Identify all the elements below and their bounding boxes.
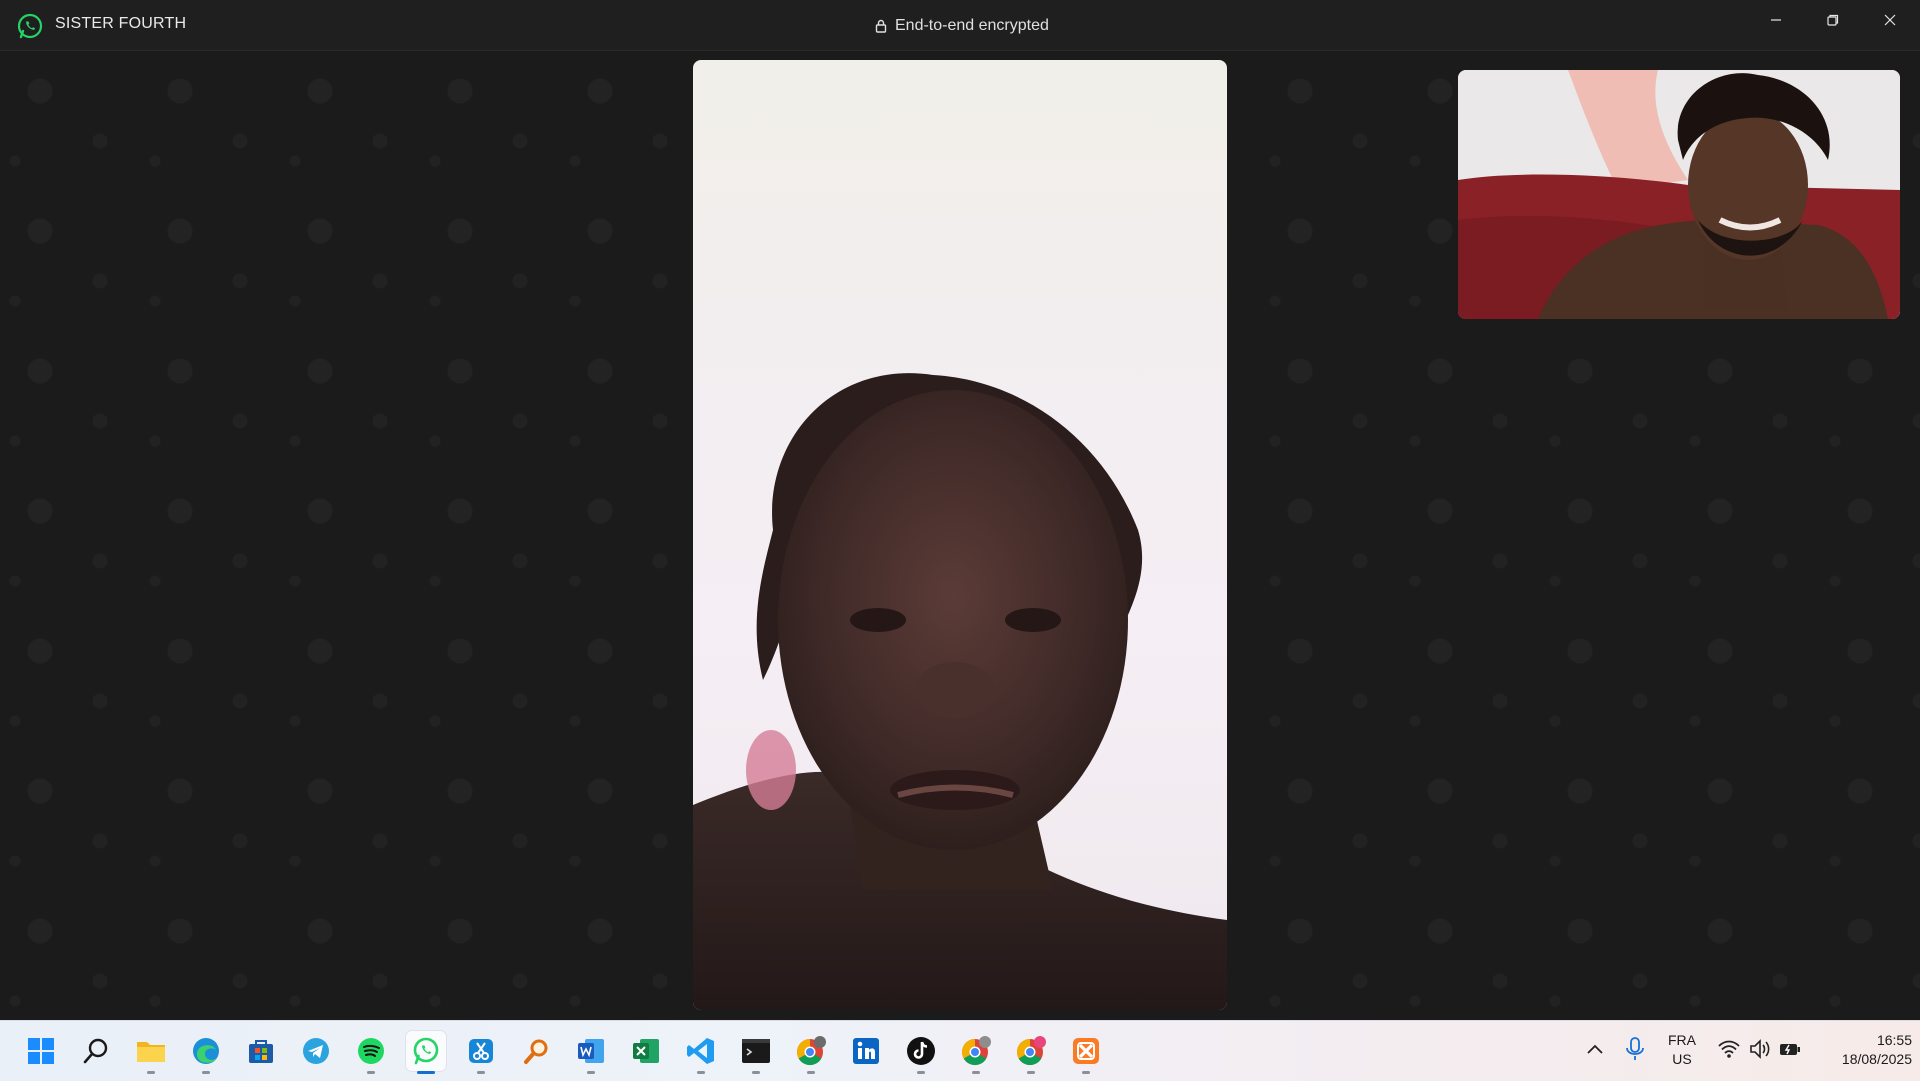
- taskbar-chrome-profile-j[interactable]: [1011, 1031, 1051, 1074]
- folder-icon: [137, 1042, 165, 1062]
- chrome-icon: [796, 1036, 826, 1066]
- taskbar-word[interactable]: [571, 1031, 611, 1074]
- running-indicator: [477, 1071, 485, 1074]
- running-indicator: [972, 1071, 980, 1074]
- whatsapp-icon: [413, 1037, 439, 1065]
- date: 18/08/2025: [1841, 1051, 1912, 1067]
- self-preview-figure: [1458, 70, 1900, 319]
- taskbar-xampp[interactable]: [1066, 1031, 1106, 1074]
- time: 16:55: [1876, 1032, 1912, 1048]
- encryption-status: End-to-end encrypted: [875, 15, 1049, 37]
- language-indicator[interactable]: FRA US: [1662, 1031, 1702, 1069]
- running-indicator: [1082, 1071, 1090, 1074]
- excel-icon: [633, 1039, 659, 1063]
- close-button[interactable]: [1862, 0, 1918, 40]
- xampp-icon: [1073, 1038, 1099, 1064]
- microphone-icon[interactable]: [1624, 1036, 1646, 1062]
- taskbar-excel[interactable]: [626, 1031, 666, 1071]
- running-indicator: [1027, 1071, 1035, 1074]
- close-icon: [1884, 14, 1896, 26]
- running-indicator: [367, 1071, 375, 1074]
- running-indicator: [917, 1071, 925, 1074]
- title-bar: SISTER FOURTH End-to-end encrypted: [0, 0, 1920, 51]
- terminal-icon: [742, 1039, 770, 1063]
- linkedin-icon: [853, 1038, 879, 1064]
- magnifier-icon: [524, 1039, 548, 1064]
- contact-name: SISTER FOURTH: [55, 15, 187, 32]
- running-indicator: [147, 1071, 155, 1074]
- language-code: FRA: [1668, 1032, 1696, 1048]
- keyboard-layout: US: [1672, 1051, 1692, 1067]
- running-indicator: [587, 1071, 595, 1074]
- spotify-icon: [358, 1038, 384, 1064]
- taskbar-terminal[interactable]: [736, 1031, 776, 1074]
- clock[interactable]: 16:55 18/08/2025: [1812, 1031, 1912, 1069]
- taskbar-linkedin[interactable]: [846, 1031, 886, 1071]
- volume-icon[interactable]: [1749, 1038, 1771, 1060]
- search-icon: [83, 1038, 108, 1064]
- edge-icon: [193, 1038, 219, 1064]
- restore-button[interactable]: [1805, 0, 1861, 40]
- taskbar-chrome-profile-r[interactable]: [956, 1031, 996, 1074]
- taskbar-telegram[interactable]: [296, 1031, 336, 1071]
- whatsapp-logo-icon: [17, 13, 43, 39]
- remote-participant-figure: [693, 373, 1227, 1010]
- chrome-icon: [1016, 1036, 1046, 1066]
- taskbar-snipping-tool[interactable]: [461, 1031, 501, 1074]
- store-icon: [249, 1040, 273, 1063]
- word-icon: [578, 1039, 604, 1063]
- minimize-icon: [1771, 19, 1781, 21]
- encryption-label: End-to-end encrypted: [895, 17, 1049, 34]
- remote-participant-video[interactable]: [693, 60, 1227, 1010]
- taskbar-spotify[interactable]: [351, 1031, 391, 1074]
- taskbar-edge[interactable]: [186, 1031, 226, 1074]
- running-indicator: [807, 1071, 815, 1074]
- taskbar-chrome-profile[interactable]: [791, 1031, 831, 1074]
- telegram-icon: [303, 1038, 329, 1064]
- taskbar-tiktok[interactable]: [901, 1031, 941, 1074]
- running-indicator: [202, 1071, 210, 1074]
- minimize-button[interactable]: [1748, 0, 1804, 40]
- chevron-up-icon[interactable]: [1583, 1038, 1607, 1062]
- lock-icon: [875, 19, 887, 33]
- taskbar-search-everything[interactable]: [516, 1031, 556, 1071]
- tiktok-icon: [907, 1037, 935, 1065]
- start-button[interactable]: [21, 1031, 61, 1071]
- running-indicator: [697, 1071, 705, 1074]
- scissors-icon: [469, 1039, 493, 1063]
- taskbar-file-explorer[interactable]: [131, 1031, 171, 1074]
- taskbar-store[interactable]: [241, 1031, 281, 1071]
- active-indicator: [417, 1071, 435, 1074]
- self-preview-video[interactable]: [1458, 70, 1900, 319]
- chrome-icon: [961, 1036, 991, 1066]
- windows-start-icon: [28, 1038, 54, 1064]
- running-indicator: [752, 1071, 760, 1074]
- restore-icon: [1827, 14, 1839, 26]
- battery-icon[interactable]: [1779, 1039, 1801, 1059]
- vscode-icon: [687, 1038, 714, 1064]
- search-button[interactable]: [76, 1031, 116, 1071]
- taskbar-vscode[interactable]: [681, 1031, 721, 1074]
- wifi-icon[interactable]: [1718, 1039, 1740, 1059]
- taskbar-whatsapp[interactable]: [406, 1031, 446, 1074]
